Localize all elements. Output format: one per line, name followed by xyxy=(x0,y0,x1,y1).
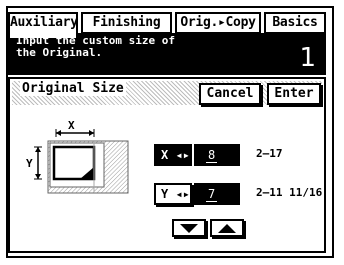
original-size-dialog: Original Size Cancel Enter X Y X ◂▸ 8 2–… xyxy=(8,77,326,253)
x-select-button[interactable]: X ◂▸ xyxy=(154,144,192,166)
x-value: 8 xyxy=(206,148,218,163)
y-range: 2–11 11/16 xyxy=(256,186,323,199)
y-select-button[interactable]: Y ◂▸ xyxy=(154,183,192,205)
decrease-button[interactable] xyxy=(172,219,206,237)
adjust-arrows xyxy=(172,219,246,237)
diagram-y-label: Y xyxy=(26,157,33,170)
diagram-x-label: X xyxy=(68,119,75,132)
arrow-up-icon xyxy=(218,224,236,233)
dialog-title: Original Size xyxy=(20,81,126,96)
tab-auxiliary[interactable]: Auxiliary xyxy=(8,12,78,38)
cancel-button[interactable]: Cancel xyxy=(199,83,261,105)
x-range: 2–17 xyxy=(256,147,283,160)
tab-finishing[interactable]: Finishing xyxy=(81,12,172,34)
instruction-text: Input the custom size of the Original. xyxy=(16,34,175,59)
enter-button[interactable]: Enter xyxy=(267,83,321,105)
increase-button[interactable] xyxy=(210,219,244,237)
original-size-diagram: X Y xyxy=(26,119,129,194)
arrow-down-icon xyxy=(180,224,198,233)
x-value-field[interactable]: 8 xyxy=(194,144,240,166)
message-bar: Input the custom size of the Original. 1 xyxy=(8,33,326,75)
tab-orig-copy[interactable]: Orig.▸Copy xyxy=(175,12,261,34)
y-value: 7 xyxy=(206,187,218,202)
y-value-field[interactable]: 7 xyxy=(194,183,240,205)
copy-count: 1 xyxy=(299,43,316,73)
tab-bar: Auxiliary Finishing Orig.▸Copy Basics xyxy=(8,12,326,38)
tab-basics[interactable]: Basics xyxy=(264,12,326,34)
